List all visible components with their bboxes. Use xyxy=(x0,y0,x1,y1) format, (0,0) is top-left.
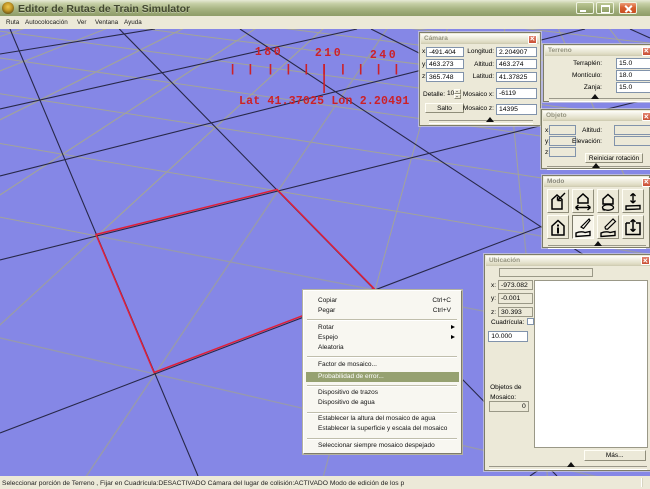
svg-text:210: 210 xyxy=(315,47,343,60)
svg-text:Lat 41.37025 Lon 2.20491: Lat 41.37025 Lon 2.20491 xyxy=(239,95,409,108)
svg-text:180: 180 xyxy=(255,46,283,59)
svg-text:240: 240 xyxy=(370,49,398,62)
